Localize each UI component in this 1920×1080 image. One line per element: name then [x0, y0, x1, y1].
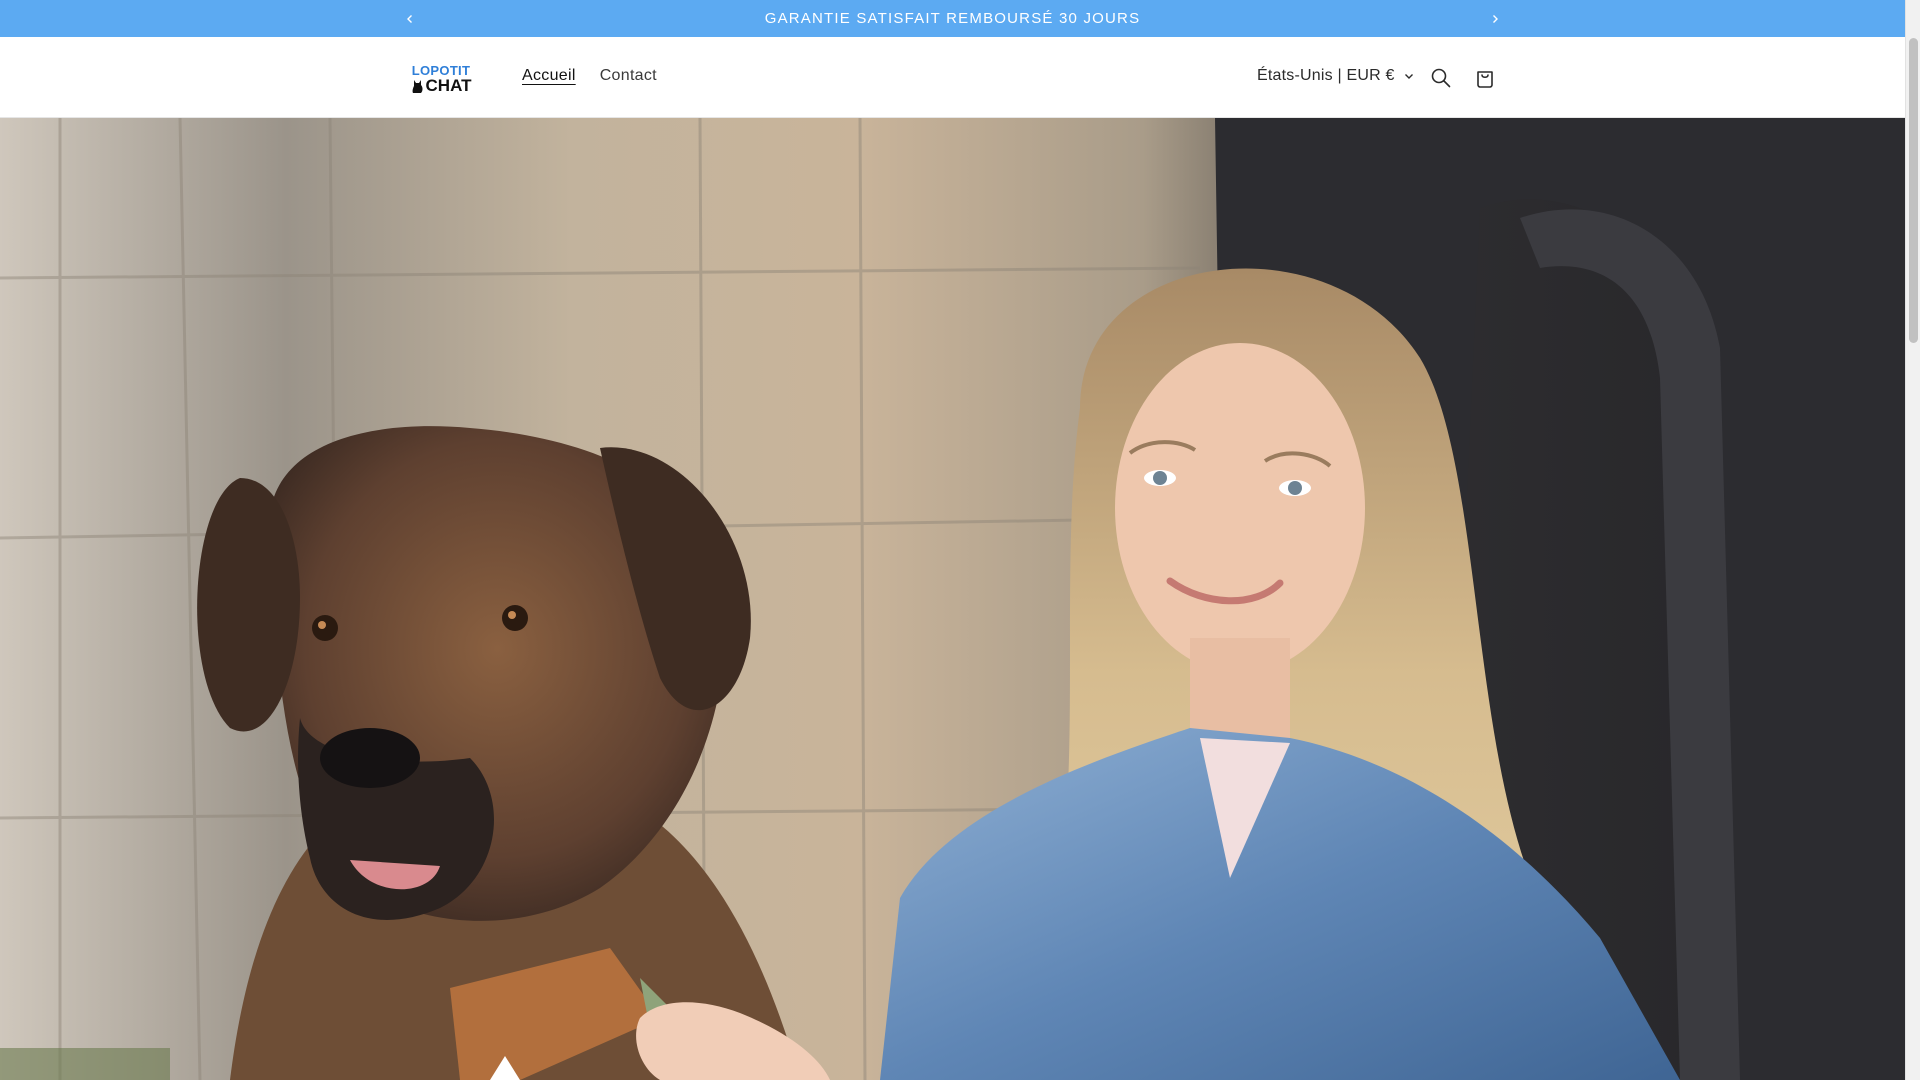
- site-logo[interactable]: LOPOTIT CHAT: [408, 61, 474, 97]
- page-scrollbar[interactable]: [1905, 0, 1920, 1080]
- search-button[interactable]: [1426, 63, 1456, 93]
- search-icon: [1431, 68, 1451, 88]
- nav-link-contact[interactable]: Contact: [600, 67, 657, 87]
- announcement-next-button[interactable]: [1484, 8, 1506, 30]
- announcement-bar: GARANTIE SATISFAIT REMBOURSÉ 30 JOURS: [0, 0, 1905, 37]
- cart-icon: [1477, 71, 1493, 88]
- nav-link-accueil[interactable]: Accueil: [522, 67, 576, 87]
- logo-text-top: LOPOTIT: [411, 62, 471, 78]
- chevron-right-icon: [1493, 15, 1498, 23]
- cat-icon: [412, 79, 423, 93]
- scrollbar-thumb[interactable]: [1909, 38, 1918, 343]
- chevron-left-icon: [407, 15, 412, 23]
- hero-banner: [0, 118, 1905, 1080]
- site-header: LOPOTIT CHAT Accueil Contact États-Unis …: [0, 37, 1905, 118]
- announcement-prev-button[interactable]: [399, 8, 421, 30]
- chevron-down-icon: [1404, 74, 1413, 79]
- logo-text-bottom-wrap: CHAT: [411, 75, 472, 95]
- main-nav: Accueil Contact: [522, 67, 681, 87]
- locale-label: États-Unis | EUR €: [1257, 67, 1395, 84]
- country-currency-selector[interactable]: États-Unis | EUR €: [1257, 67, 1415, 85]
- logo-text-bottom: CHAT: [425, 75, 472, 95]
- cart-button[interactable]: [1470, 63, 1500, 93]
- announcement-text: GARANTIE SATISFAIT REMBOURSÉ 30 JOURS: [764, 10, 1141, 27]
- hero-image: [0, 118, 1905, 1080]
